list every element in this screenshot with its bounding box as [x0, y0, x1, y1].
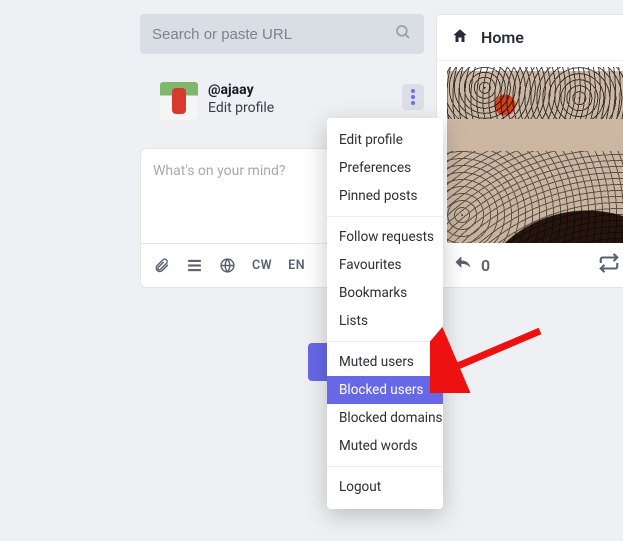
username[interactable]: @ajaay: [208, 82, 274, 98]
menu-item-bookmarks[interactable]: Bookmarks: [327, 279, 443, 307]
home-icon: [451, 27, 469, 49]
status-media[interactable]: 0: [437, 61, 623, 287]
menu-item-blocked-domains[interactable]: Blocked domains: [327, 404, 443, 432]
annotation-arrow: [430, 323, 550, 393]
menu-item-follow-requests[interactable]: Follow requests: [327, 223, 443, 251]
menu-separator: [327, 341, 443, 342]
cw-toggle[interactable]: CW: [252, 258, 272, 273]
reply-icon[interactable]: [453, 253, 473, 277]
menu-separator: [327, 216, 443, 217]
column-header[interactable]: Home: [437, 15, 623, 61]
timeline-column: Home 0: [436, 14, 623, 288]
search-bar[interactable]: [140, 14, 424, 54]
status-action-bar: 0: [437, 243, 623, 287]
menu-item-pinned-posts[interactable]: Pinned posts: [327, 182, 443, 210]
search-input[interactable]: [152, 26, 394, 43]
profile-header: @ajaay Edit profile: [140, 82, 424, 120]
menu-item-lists[interactable]: Lists: [327, 307, 443, 335]
avatar[interactable]: [160, 82, 198, 120]
menu-separator: [327, 466, 443, 467]
menu-item-muted-words[interactable]: Muted words: [327, 432, 443, 460]
globe-icon[interactable]: [219, 257, 236, 274]
column-title: Home: [481, 28, 524, 47]
menu-item-preferences[interactable]: Preferences: [327, 154, 443, 182]
reply-count: 0: [481, 256, 490, 275]
search-icon: [394, 23, 412, 45]
edit-profile-link[interactable]: Edit profile: [208, 100, 274, 116]
menu-item-logout[interactable]: Logout: [327, 473, 443, 501]
menu-item-edit-profile[interactable]: Edit profile: [327, 126, 443, 154]
boost-icon[interactable]: [598, 252, 620, 278]
language-picker[interactable]: EN: [288, 258, 305, 273]
menu-item-favourites[interactable]: Favourites: [327, 251, 443, 279]
menu-item-muted-users[interactable]: Muted users: [327, 348, 443, 376]
poll-icon[interactable]: [186, 257, 203, 274]
attach-icon[interactable]: [153, 257, 170, 274]
menu-item-blocked-users[interactable]: Blocked users: [327, 376, 443, 404]
account-menu: Edit profilePreferencesPinned posts Follo…: [327, 118, 443, 509]
more-menu-button[interactable]: [402, 84, 424, 110]
dots-vertical-icon: [411, 89, 415, 105]
